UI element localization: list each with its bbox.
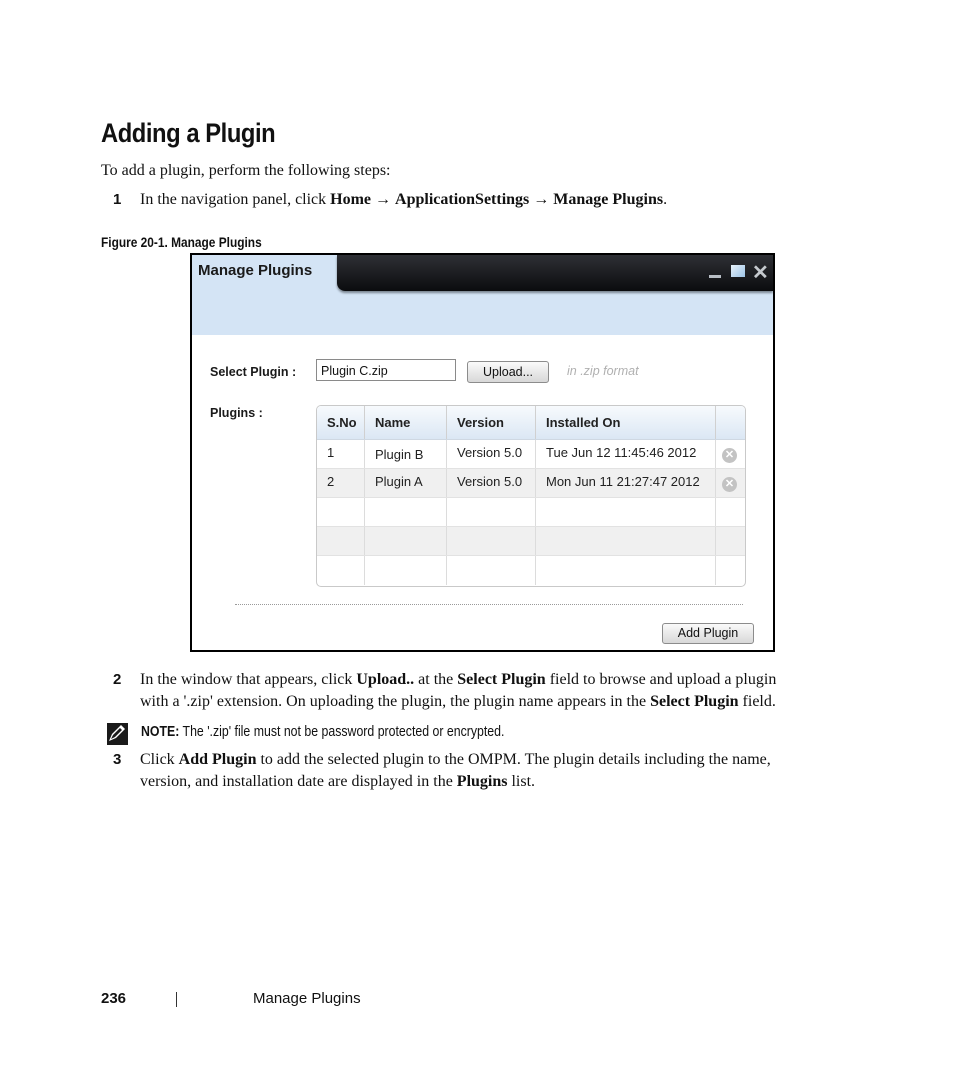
cell-version: Version 5.0 <box>446 468 536 498</box>
text: . <box>663 191 668 208</box>
select-plugin-field[interactable]: Plugin C.zip <box>316 359 456 381</box>
cell-action: ✕ <box>715 439 745 469</box>
table-header-row: S.No Name Version Installed On <box>317 406 745 440</box>
text: field to browse and upload a plugin <box>545 671 777 688</box>
plugins-label: Plugins : <box>210 406 263 420</box>
note-body: The '.zip' file must not be password pro… <box>179 724 505 740</box>
arrow: → <box>529 191 554 208</box>
step-1-text: In the navigation panel, click Home → Ap… <box>140 189 667 211</box>
plugins-table: S.No Name Version Installed On 1 Plugin … <box>316 405 746 587</box>
text: In the window that appears, click <box>140 671 357 688</box>
table-row[interactable]: 2 Plugin A Version 5.0 Mon Jun 11 21:27:… <box>317 468 745 498</box>
cell-sno: 1 <box>317 439 365 469</box>
note-text: NOTE: The '.zip' file must not be passwo… <box>141 724 504 740</box>
footer-section-title: Manage Plugins <box>253 990 361 1007</box>
text: version, and installation date are displ… <box>140 773 457 790</box>
step-number: 2 <box>113 671 122 688</box>
cell-name: Plugin B <box>364 439 447 469</box>
table-row-empty <box>317 555 745 585</box>
footer-divider <box>176 992 177 1007</box>
delete-icon[interactable]: ✕ <box>722 477 737 492</box>
select-plugin-ref: Select Plugin <box>650 693 739 710</box>
text: to add the selected plugin to the OMPM. … <box>256 751 771 768</box>
column-header-installed-on[interactable]: Installed On <box>535 406 716 440</box>
window-title: Manage Plugins <box>198 262 313 279</box>
cell-name: Plugin A <box>364 468 447 498</box>
column-header-sno[interactable]: S.No <box>317 406 365 440</box>
column-header-actions <box>715 406 745 440</box>
step-3-line-1: Click Add Plugin to add the selected plu… <box>140 749 771 771</box>
menu-manage-plugins: Manage Plugins <box>553 191 664 208</box>
delete-icon[interactable]: ✕ <box>722 448 737 463</box>
table-row-empty <box>317 526 745 556</box>
format-hint: in .zip format <box>567 364 639 378</box>
upload-ref: Upload.. <box>356 671 415 688</box>
add-plugin-button[interactable]: Add Plugin <box>662 623 754 644</box>
add-plugin-ref: Add Plugin <box>178 751 257 768</box>
select-plugin-ref: Select Plugin <box>457 671 546 688</box>
minimize-icon[interactable] <box>709 275 721 278</box>
menu-home: Home <box>330 191 372 208</box>
upload-button[interactable]: Upload... <box>467 361 549 383</box>
text: at the <box>414 671 458 688</box>
arrow: → <box>371 191 396 208</box>
close-icon[interactable]: ✕ <box>752 260 769 285</box>
table-row[interactable]: 1 Plugin B Version 5.0 Tue Jun 12 11:45:… <box>317 439 745 469</box>
divider <box>235 604 743 605</box>
step-3-line-2: version, and installation date are displ… <box>140 771 535 793</box>
intro-text: To add a plugin, perform the following s… <box>101 162 391 179</box>
manage-plugins-window: Manage Plugins ✕ Select Plugin : Plugin … <box>190 253 775 652</box>
menu-application-settings: ApplicationSettings <box>395 191 530 208</box>
column-header-name[interactable]: Name <box>364 406 447 440</box>
select-plugin-label: Select Plugin : <box>210 365 297 379</box>
maximize-icon[interactable] <box>731 265 745 277</box>
step-number: 3 <box>113 751 122 768</box>
step-2-line-2: with a '.zip' extension. On uploading th… <box>140 691 776 713</box>
figure-caption: Figure 20-1. Manage Plugins <box>101 234 262 250</box>
cell-installed-on: Mon Jun 11 21:27:47 2012 <box>535 468 716 498</box>
cell-sno: 2 <box>317 468 365 498</box>
text: list. <box>507 773 536 790</box>
plugins-ref: Plugins <box>456 773 508 790</box>
cell-version: Version 5.0 <box>446 439 536 469</box>
step-2-line-1: In the window that appears, click Upload… <box>140 669 776 691</box>
step-number: 1 <box>113 191 122 208</box>
page-heading: Adding a Plugin <box>101 118 276 148</box>
pencil-note-icon <box>104 723 128 745</box>
cell-action: ✕ <box>715 468 745 498</box>
text: with a '.zip' extension. On uploading th… <box>140 693 651 710</box>
column-header-version[interactable]: Version <box>446 406 536 440</box>
text: field. <box>738 693 776 710</box>
text: In the navigation panel, click <box>140 191 331 208</box>
table-row-empty <box>317 497 745 527</box>
page-number: 236 <box>101 990 127 1007</box>
cell-installed-on: Tue Jun 12 11:45:46 2012 <box>535 439 716 469</box>
window-header-bar <box>337 255 773 291</box>
text: Click <box>140 751 179 768</box>
note-label: NOTE: <box>141 724 180 740</box>
